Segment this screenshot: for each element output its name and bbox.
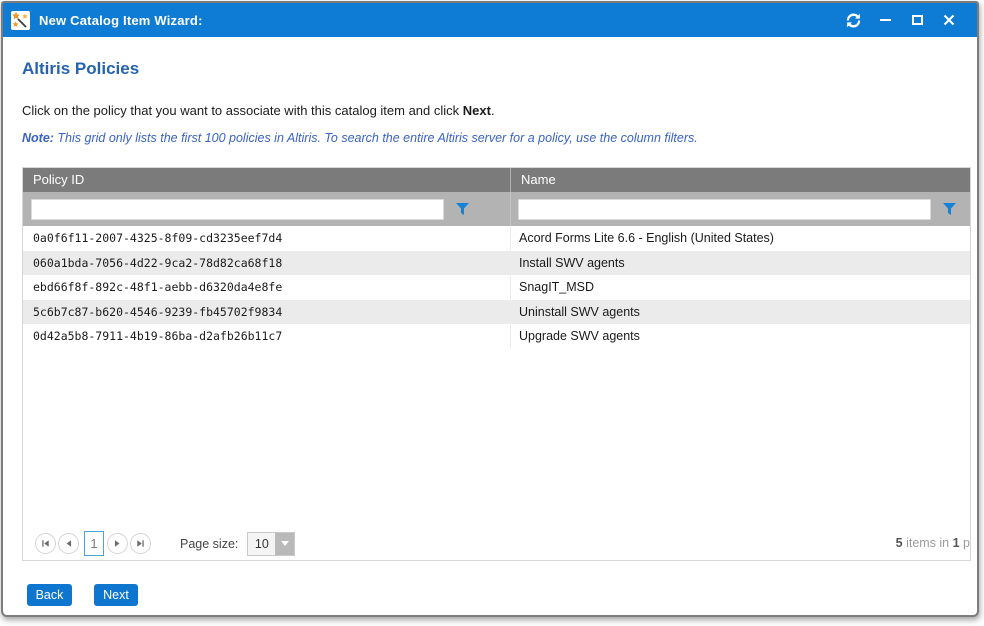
funnel-icon [943, 203, 956, 215]
page-size-label: Page size: [180, 537, 238, 551]
window-title: New Catalog Item Wizard: [39, 13, 203, 28]
titlebar: New Catalog Item Wizard: [3, 3, 977, 37]
instruction-next-word: Next [463, 103, 491, 118]
next-button[interactable]: Next [94, 584, 138, 606]
items-count: 5 [896, 536, 903, 550]
back-button[interactable]: Back [27, 584, 72, 606]
refresh-icon[interactable] [845, 12, 861, 28]
filter-cell-policy-id [23, 192, 511, 226]
pager-info: 5 items in 1 p [896, 527, 970, 560]
page-title: Altiris Policies [22, 59, 139, 79]
wizard-window: New Catalog Item Wizard: [1, 1, 979, 617]
name-cell: Uninstall SWV agents [511, 300, 970, 325]
policy-id-cell: ebd66f8f-892c-48f1-aebb-d6320da4e8fe [23, 275, 511, 300]
page-size-value: 10 [248, 533, 275, 555]
policy-id-cell: 0a0f6f11-2007-4325-8f09-cd3235eef7d4 [23, 226, 511, 251]
grid-filter-row [23, 192, 970, 226]
table-row[interactable]: 060a1bda-7056-4d22-9ca2-78d82ca68f18 Ins… [23, 251, 970, 276]
filter-cell-name [511, 192, 970, 226]
policy-id-filter-input[interactable] [31, 199, 444, 220]
maximize-icon[interactable] [909, 12, 925, 28]
name-filter-input[interactable] [518, 199, 931, 220]
table-row[interactable]: 5c6b7c87-b620-4546-9239-fb45702f9834 Uni… [23, 300, 970, 325]
pages-count: 1 [953, 536, 960, 550]
grid-pager: 1 Page size: 10 5 items in 1 p [23, 527, 970, 560]
grid-header-row: Policy ID Name [23, 168, 970, 192]
chevron-down-icon [275, 533, 294, 555]
instruction-suffix: . [491, 103, 495, 118]
wizard-app-icon [11, 11, 30, 30]
policy-id-filter-button[interactable] [456, 203, 469, 215]
pager-info-tail: p [960, 536, 970, 550]
policy-id-cell: 060a1bda-7056-4d22-9ca2-78d82ca68f18 [23, 251, 511, 276]
name-cell: Upgrade SWV agents [511, 324, 970, 349]
name-cell: Acord Forms Lite 6.6 - English (United S… [511, 226, 970, 251]
previous-page-button[interactable] [58, 533, 79, 554]
instruction-text: Click on the policy that you want to ass… [22, 103, 495, 118]
instruction-prefix: Click on the policy that you want to ass… [22, 103, 463, 118]
policy-id-cell: 5c6b7c87-b620-4546-9239-fb45702f9834 [23, 300, 511, 325]
note-label: Note: [22, 131, 54, 145]
funnel-icon [456, 203, 469, 215]
policies-grid: Policy ID Name [22, 167, 971, 561]
name-cell: Install SWV agents [511, 251, 970, 276]
pager-info-mid: items in [903, 536, 953, 550]
window-controls [845, 12, 965, 28]
policy-id-cell: 0d42a5b8-7911-4b19-86ba-d2afb26b11c7 [23, 324, 511, 349]
current-page-button[interactable]: 1 [84, 531, 104, 556]
last-page-button[interactable] [130, 533, 151, 554]
first-page-button[interactable] [35, 533, 56, 554]
name-filter-button[interactable] [943, 203, 956, 215]
column-header-policy-id[interactable]: Policy ID [23, 168, 511, 192]
next-page-button[interactable] [107, 533, 128, 554]
screen: New Catalog Item Wizard: [0, 0, 984, 626]
name-cell: SnagIT_MSD [511, 275, 970, 300]
note-text: Note: This grid only lists the first 100… [22, 131, 698, 145]
column-header-name[interactable]: Name [511, 168, 970, 192]
close-icon[interactable] [941, 12, 957, 28]
page-size-dropdown[interactable]: 10 [247, 532, 295, 556]
minimize-icon[interactable] [877, 12, 893, 28]
table-row[interactable]: 0a0f6f11-2007-4325-8f09-cd3235eef7d4 Aco… [23, 226, 970, 251]
table-row[interactable]: ebd66f8f-892c-48f1-aebb-d6320da4e8fe Sna… [23, 275, 970, 300]
table-row[interactable]: 0d42a5b8-7911-4b19-86ba-d2afb26b11c7 Upg… [23, 324, 970, 349]
note-body: This grid only lists the first 100 polic… [54, 131, 698, 145]
